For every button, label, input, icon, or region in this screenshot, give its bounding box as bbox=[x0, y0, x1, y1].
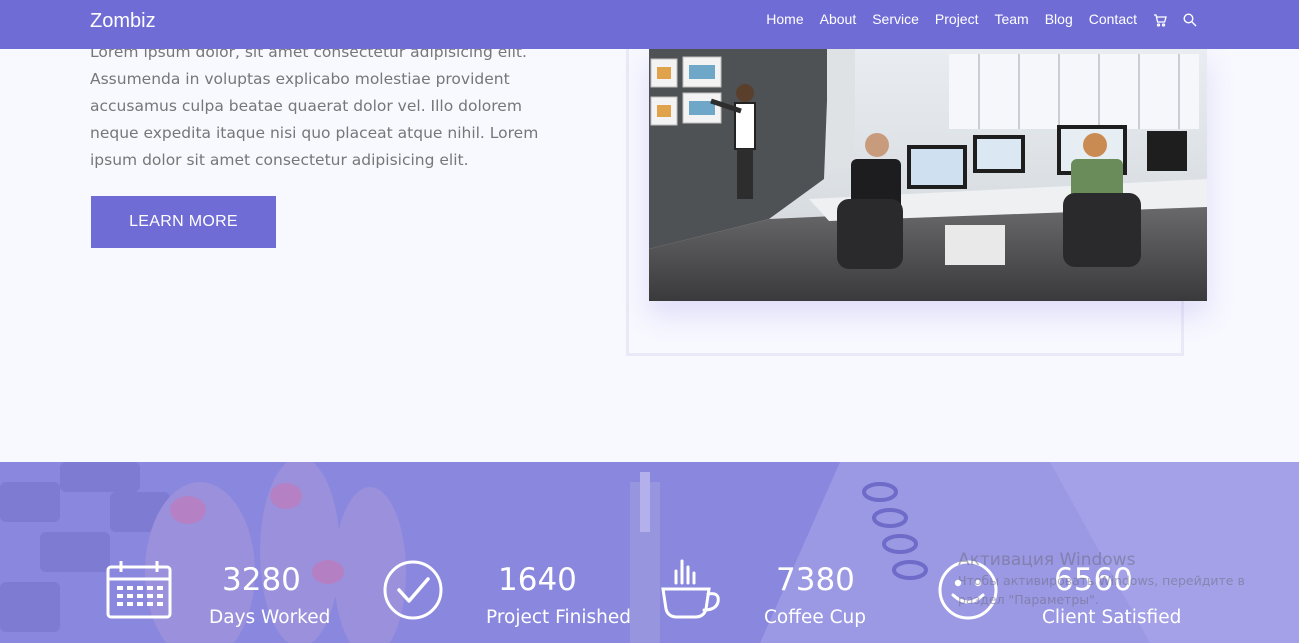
watermark-line-1: Чтобы активировать Windows, перейдите в bbox=[958, 573, 1245, 588]
nav-team[interactable]: Team bbox=[994, 11, 1028, 27]
cart-icon[interactable] bbox=[1153, 12, 1167, 27]
stat-value: 1640 bbox=[498, 562, 577, 598]
learn-more-button[interactable]: LEARN MORE bbox=[91, 196, 276, 248]
stat-label: Coffee Cup bbox=[764, 607, 867, 628]
office-photo bbox=[649, 49, 1207, 301]
hero-paragraph: Lorem ipsum dolor, sit amet consectetur … bbox=[90, 43, 539, 169]
nav-home[interactable]: Home bbox=[766, 11, 803, 27]
check-circle-icon bbox=[383, 560, 443, 620]
windows-activation-watermark: Активация Windows Чтобы активировать Win… bbox=[958, 550, 1245, 608]
watermark-title: Активация Windows bbox=[958, 550, 1136, 570]
watermark-line-2: раздел "Параметры". bbox=[958, 592, 1099, 607]
brand-logo[interactable]: Zombiz bbox=[90, 10, 156, 33]
stat-value: 7380 bbox=[776, 562, 855, 598]
navbar: Zombiz Home About Service Project Team B… bbox=[0, 0, 1299, 49]
stat-value: 3280 bbox=[222, 562, 301, 598]
stat-label: Days Worked bbox=[209, 607, 331, 628]
search-icon[interactable] bbox=[1183, 12, 1197, 27]
stat-label: Project Finished bbox=[486, 607, 631, 628]
stat-label: Client Satisfied bbox=[1042, 607, 1182, 628]
nav-about[interactable]: About bbox=[820, 11, 857, 27]
coffee-cup-icon bbox=[661, 559, 720, 619]
nav-menu: Home About Service Project Team Blog Con… bbox=[750, 11, 1197, 27]
nav-blog[interactable]: Blog bbox=[1045, 11, 1073, 27]
nav-service[interactable]: Service bbox=[872, 11, 919, 27]
calendar-icon bbox=[106, 561, 172, 619]
nav-contact[interactable]: Contact bbox=[1089, 11, 1137, 27]
nav-project[interactable]: Project bbox=[935, 11, 979, 27]
